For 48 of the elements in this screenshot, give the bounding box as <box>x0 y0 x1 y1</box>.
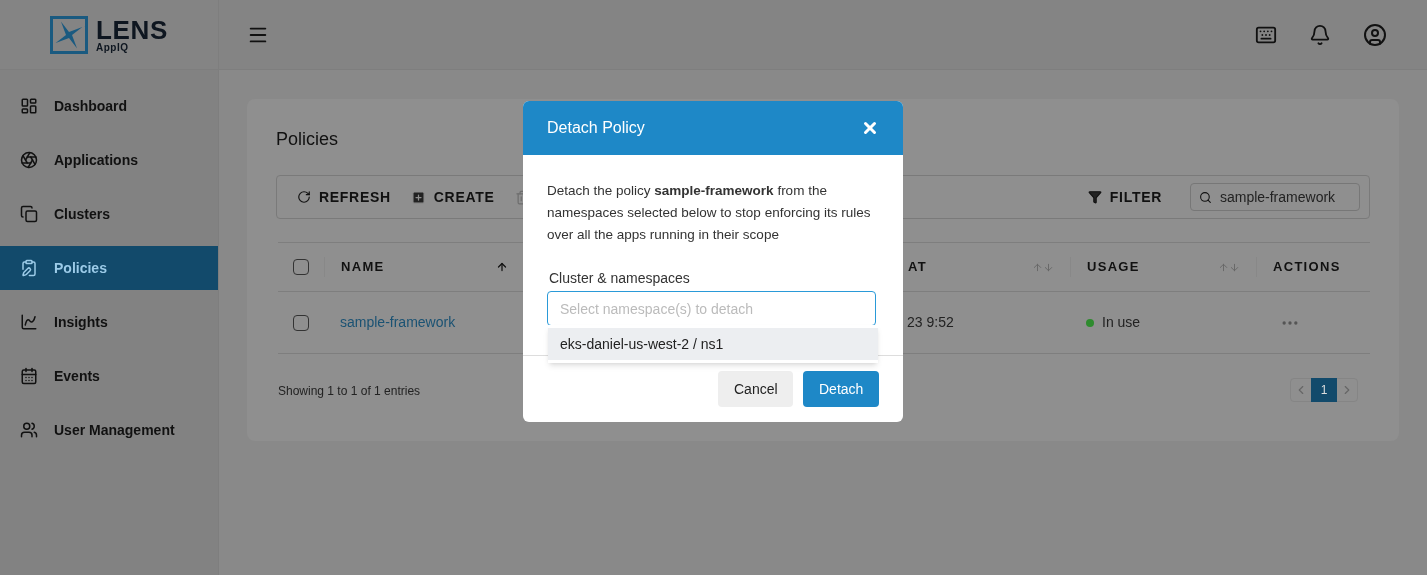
funnel-icon <box>1087 190 1102 204</box>
calendar-icon <box>20 367 38 385</box>
sidebar-item[interactable]: Dashboard <box>0 84 218 128</box>
create-button[interactable]: CREATE <box>410 186 495 208</box>
page-button[interactable]: 1 <box>1311 378 1337 402</box>
detach-button[interactable]: Detach <box>803 371 879 407</box>
sidebar-item[interactable]: Clusters <box>0 192 218 236</box>
sidebar-item[interactable]: Insights <box>0 300 218 344</box>
close-icon[interactable] <box>861 119 879 137</box>
policy-link[interactable]: sample-framework <box>340 314 456 330</box>
checkbox[interactable] <box>293 259 309 275</box>
column-header: ACTIONS <box>1273 258 1342 277</box>
cancel-button[interactable]: Cancel <box>718 371 793 407</box>
clipboard-icon <box>20 259 38 277</box>
aperture-icon <box>20 151 38 169</box>
checkbox[interactable] <box>293 314 309 331</box>
sidebar-item[interactable]: Applications <box>0 138 218 182</box>
notifications-icon[interactable] <box>1309 23 1331 46</box>
filter-button[interactable]: FILTER <box>1087 186 1162 208</box>
sort-ascending-icon[interactable] <box>496 261 508 273</box>
dropdown-option[interactable]: eks-daniel-us-west-2 / ns1 <box>548 328 878 360</box>
dashboard-icon <box>20 97 38 115</box>
column-header: AT <box>908 258 928 277</box>
users-icon <box>20 421 38 439</box>
copy-icon <box>20 205 38 223</box>
refresh-icon <box>297 190 311 204</box>
plus-icon <box>410 189 426 205</box>
chart-icon <box>20 313 38 331</box>
table-cell: 23 9:52 <box>907 314 954 330</box>
column-header: NAME <box>341 258 386 277</box>
page-title: Policies <box>276 128 339 151</box>
refresh-button[interactable]: REFRESH <box>297 186 391 208</box>
field-label: Cluster & namespaces <box>549 270 690 286</box>
table-cell-text: In use <box>1102 313 1141 332</box>
entries-count: Showing 1 to 1 of 1 entries <box>278 384 421 398</box>
logo-wordmark: LENS <box>96 16 168 43</box>
dialog-message: Detach the policy sample-framework from the namespaces selected below to stop enforcing its rules over all the apps running in their scope <box>547 182 872 244</box>
account-icon[interactable] <box>1363 22 1387 47</box>
search-icon <box>1199 189 1212 205</box>
sidebar-item[interactable]: User Management <box>0 408 218 452</box>
search-field[interactable]: sample-framework <box>1190 183 1360 211</box>
sidebar-item[interactable]: Events <box>0 354 218 398</box>
dialog-title: Detach Policy <box>547 119 645 136</box>
column-header: USAGE <box>1087 258 1141 277</box>
sidebar-item[interactable]: Policies <box>0 246 218 290</box>
namespace-select-field[interactable]: Select namespace(s) to detach <box>547 291 876 326</box>
logo-subtitle: AppIQ <box>96 42 130 53</box>
logo-icon <box>50 15 88 54</box>
